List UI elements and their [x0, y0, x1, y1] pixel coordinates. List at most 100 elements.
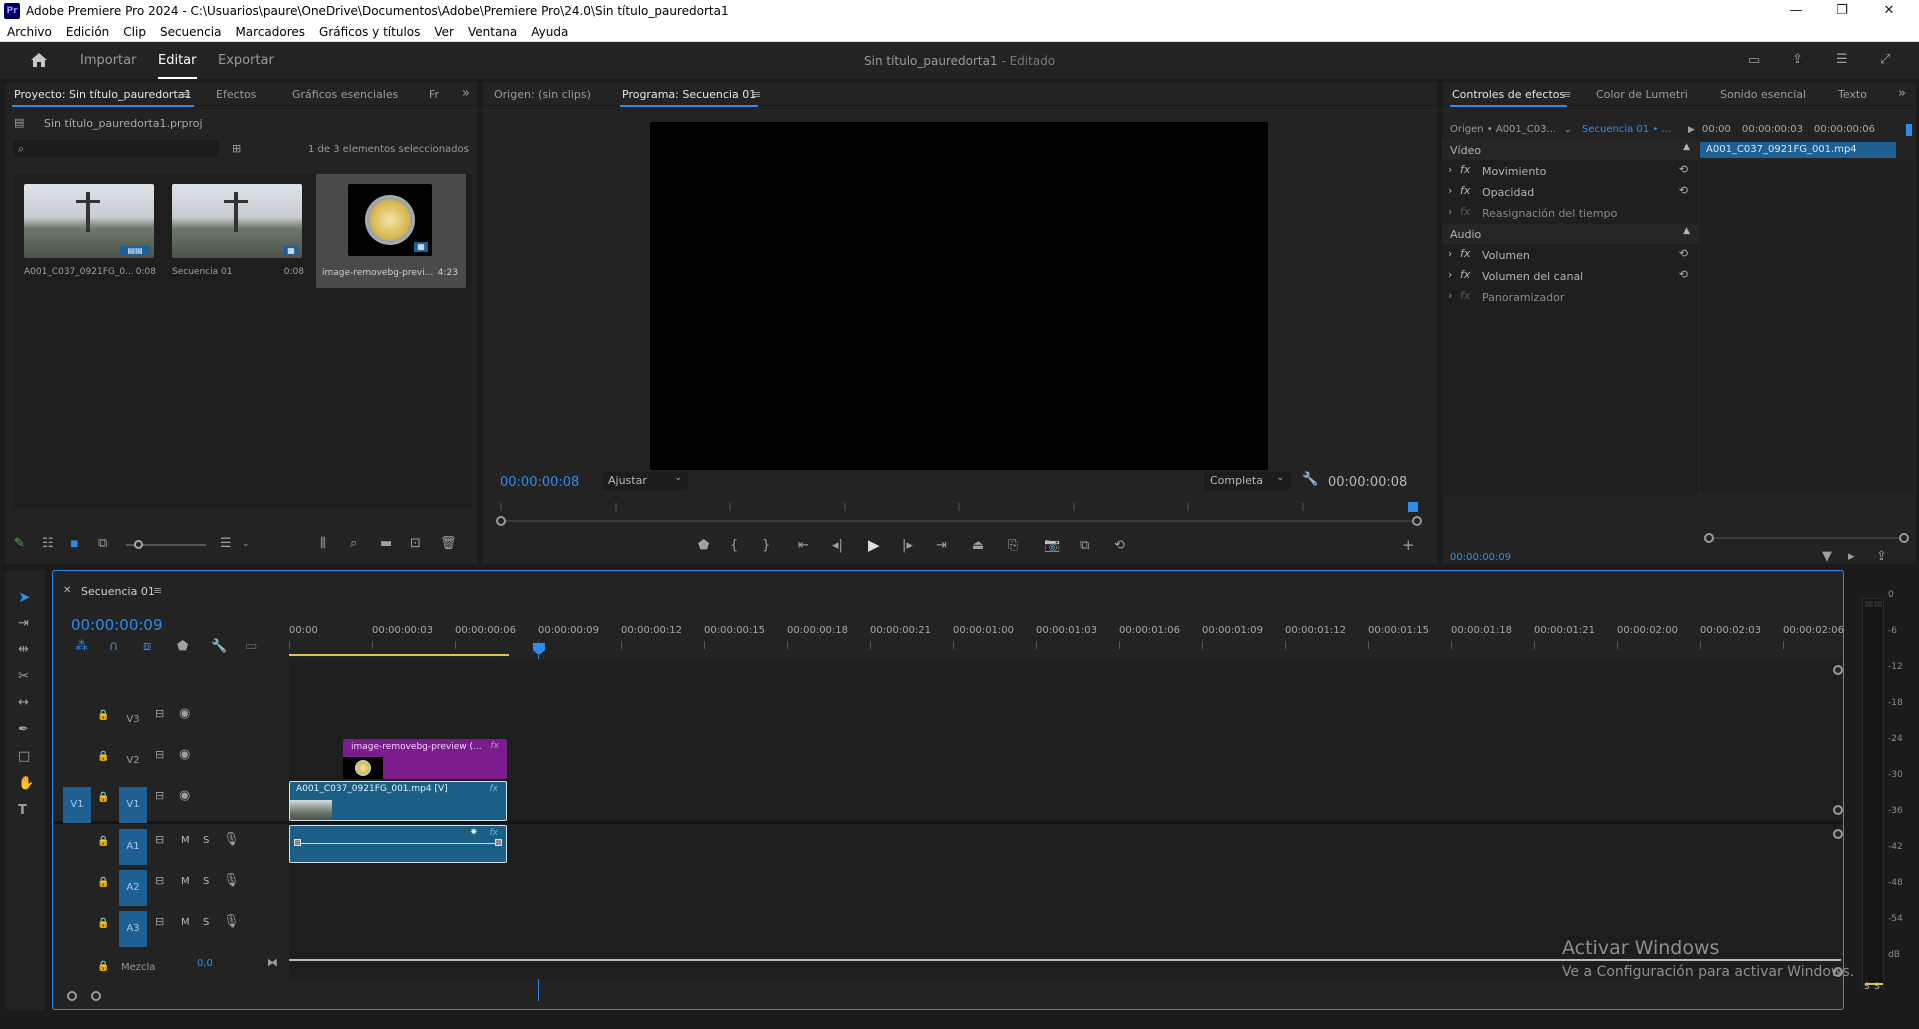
timeline-ruler[interactable]: 00:00 00:00:00:03 00:00:00:06 00:00:00:09 00… [289, 621, 1844, 657]
tab-lumetri[interactable]: Color de Lumetri [1596, 88, 1688, 101]
fx-icon[interactable]: fx [1460, 247, 1470, 260]
comparison-view-icon[interactable]: ⧉ [1080, 539, 1089, 553]
trash-icon[interactable]: 🗑 [440, 537, 457, 551]
project-item-selected[interactable]: ▦ image-removebg-previ... 4:23 [316, 174, 466, 288]
tab-sonido-esencial[interactable]: Sonido esencial [1720, 88, 1806, 101]
sync-lock-icon[interactable]: ⊟ [155, 833, 164, 847]
button-editor-icon[interactable]: + [1402, 538, 1415, 553]
effect-playhead[interactable] [1906, 124, 1912, 136]
effect-row[interactable]: › fx Reasignación del tiempo [1442, 203, 1698, 223]
freeform-view-icon[interactable]: ⧉ [98, 537, 107, 551]
list-view-icon[interactable]: ☷ [42, 537, 54, 551]
track-target-v1[interactable]: V1 [119, 787, 147, 823]
icon-view-icon[interactable]: ▪ [70, 537, 79, 551]
mix-volume-line[interactable] [289, 959, 1841, 961]
sync-lock-icon[interactable]: ⊟ [155, 748, 164, 762]
track-target-a1[interactable]: A1 [119, 829, 147, 865]
scrub-bar[interactable] [500, 520, 1418, 522]
razor-tool-icon[interactable]: ✂ [18, 670, 29, 684]
fx-badge[interactable]: fx [490, 828, 499, 838]
write-protect-icon[interactable]: ✎ [14, 537, 25, 551]
collapse-icon[interactable]: ▲ [1683, 142, 1690, 152]
menu-secuencia[interactable]: Secuencia [153, 22, 228, 39]
reset-icon[interactable]: ⟲ [1679, 184, 1688, 197]
lock-icon[interactable]: 🔒 [97, 709, 109, 723]
effect-timecode[interactable]: 00:00:00:09 [1450, 552, 1511, 563]
add-marker-icon[interactable]: ⬟ [177, 640, 188, 654]
meter-solo-left[interactable]: S [1864, 982, 1870, 992]
fx-badge[interactable]: fx [491, 741, 500, 751]
tab-menu-icon[interactable]: ≡ [182, 88, 191, 102]
project-item[interactable]: ▤▤ A001_C037_0921FG_0... 0:08 [20, 180, 160, 288]
track-select-tool-icon[interactable]: ⇥ [18, 617, 29, 631]
mini-timeline[interactable] [500, 501, 1418, 511]
extract-icon[interactable]: ⎘ [1008, 539, 1018, 553]
fit-dropdown[interactable]: Ajustar ⌄ [602, 472, 688, 490]
clip-v2-image[interactable]: image-removebg-preview (... fx [343, 739, 507, 779]
mode-importar[interactable]: Importar [80, 53, 136, 68]
solo-button[interactable]: S [203, 917, 209, 928]
reset-icon[interactable]: ⟲ [1679, 247, 1688, 260]
sequence-tab[interactable]: Secuencia 01 [81, 585, 155, 598]
add-marker-icon[interactable]: ⬟ [698, 539, 709, 553]
effect-row[interactable]: › fx Panoramizador [1442, 287, 1698, 307]
ripple-edit-tool-icon[interactable]: ⇹ [18, 643, 29, 657]
lock-icon[interactable]: 🔒 [97, 960, 109, 974]
new-bin-search-icon[interactable]: ⊞ [232, 142, 241, 156]
menu-edicion[interactable]: Edición [59, 22, 116, 39]
step-forward-icon[interactable]: |▸ [902, 539, 913, 553]
eye-icon[interactable]: ◉ [179, 707, 190, 721]
lock-icon[interactable]: 🔒 [97, 791, 109, 805]
snap-icon[interactable]: ∩ [109, 640, 119, 654]
settings-wrench-icon[interactable]: 🔧 [211, 640, 227, 654]
filter-icon[interactable]: ▼ [1822, 550, 1832, 564]
pen-tool-icon[interactable]: ✒ [18, 723, 29, 737]
export-icon[interactable]: ⇪ [1876, 550, 1887, 564]
tab-proyecto[interactable]: Proyecto: Sin título_pauredorta1 [12, 88, 193, 107]
eye-icon[interactable]: ◉ [179, 789, 190, 803]
audio-transition-start[interactable] [294, 839, 301, 846]
find-icon[interactable]: ⌕ [350, 537, 357, 551]
effect-ruler[interactable]: 00:00 00:00:00:03 00:00:00:06 [1700, 122, 1914, 138]
nest-icon[interactable]: ⁂ [75, 640, 88, 654]
fx-icon[interactable]: fx [1460, 184, 1470, 197]
tab-programa[interactable]: Programa: Secuencia 01 [619, 88, 759, 107]
effect-clip-bar[interactable]: A001_C037_0921FG_001.mp4 [1700, 142, 1896, 158]
share-icon[interactable]: ⇪ [1792, 53, 1803, 67]
meter-solo-right[interactable]: S [1874, 982, 1880, 992]
go-to-in-icon[interactable]: ⇤ [798, 539, 809, 553]
microphone-icon[interactable]: 🎙 [223, 833, 240, 847]
track-target-a3[interactable]: A3 [119, 911, 147, 947]
tab-efectos[interactable]: Efectos [216, 88, 256, 101]
captions-icon[interactable]: ▭ [245, 640, 257, 654]
new-item-icon[interactable]: ⊡ [410, 537, 421, 551]
rectangle-tool-icon[interactable]: □ [18, 750, 30, 764]
sync-lock-icon[interactable]: ⊟ [155, 874, 164, 888]
tab-menu-icon[interactable]: ≡ [752, 88, 761, 102]
close-sequence-icon[interactable]: ✕ [63, 585, 71, 596]
expand-mix-icon[interactable]: ⧓ [267, 956, 278, 970]
microphone-icon[interactable]: 🎙 [223, 874, 240, 888]
go-to-out-icon[interactable]: ⇥ [936, 539, 947, 553]
sort-dropdown-icon[interactable]: ⌄ [242, 537, 250, 551]
scroll-end-handle[interactable] [1899, 533, 1909, 543]
sort-icon[interactable]: ☰ [220, 537, 232, 551]
more-tabs-icon[interactable]: » [1898, 87, 1906, 101]
vscroll-audio-handle[interactable] [1833, 829, 1843, 839]
scroll-start-handle[interactable] [1704, 533, 1714, 543]
menu-marcadores[interactable]: Marcadores [228, 22, 312, 39]
linked-selection-icon[interactable]: ⧈ [143, 640, 151, 654]
track-name[interactable]: V2 [119, 746, 147, 776]
solo-button[interactable]: S [203, 876, 209, 887]
source-patch-v1[interactable]: V1 [63, 787, 91, 823]
tab-menu-icon[interactable]: ≡ [153, 584, 162, 598]
effect-row[interactable]: › fx Movimiento ⟲ [1442, 161, 1698, 181]
automate-sequence-icon[interactable]: ⫼ [320, 537, 326, 551]
effect-row[interactable]: › fx Opacidad ⟲ [1442, 182, 1698, 202]
scroll-end-handle[interactable] [1412, 516, 1422, 526]
effect-sequence[interactable]: Secuencia 01 • ... [1582, 124, 1671, 135]
playhead-timecode[interactable]: 00:00:00:08 [500, 475, 579, 490]
fullscreen-icon[interactable]: ⤢ [1880, 53, 1890, 67]
new-bin-icon[interactable]: ▬ [380, 537, 392, 551]
monitor-playhead[interactable] [1408, 502, 1418, 512]
